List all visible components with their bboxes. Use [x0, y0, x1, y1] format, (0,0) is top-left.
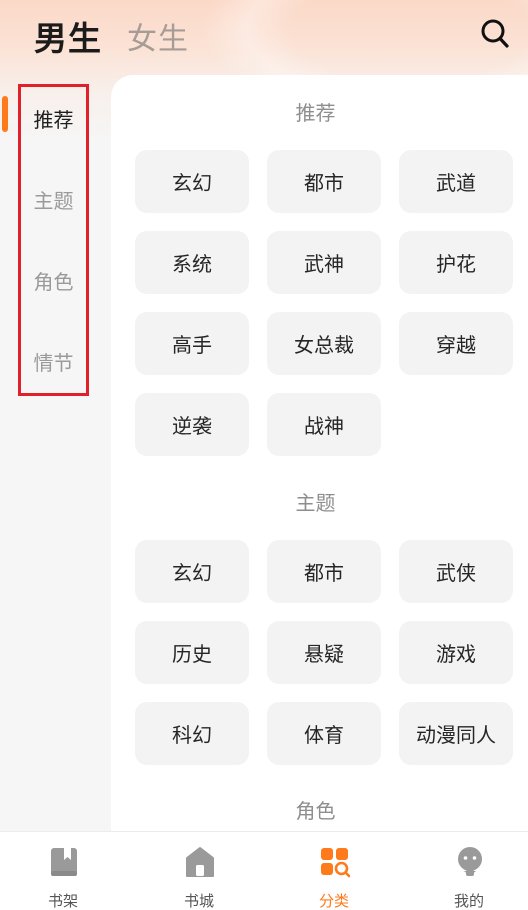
tag-chip[interactable]: 高手 [135, 312, 249, 375]
nav-category[interactable]: 分类 [289, 832, 379, 910]
section-title-recommend: 推荐 [295, 101, 336, 125]
sidebar-item-role[interactable]: 角色 [20, 266, 87, 295]
tag-chip[interactable]: 玄幻 [135, 150, 249, 213]
tag-chip[interactable]: 武神 [267, 231, 381, 294]
tag-chip[interactable]: 体育 [267, 702, 381, 765]
tag-chip[interactable]: 护花 [399, 231, 513, 294]
tag-chip[interactable]: 女总裁 [267, 312, 381, 375]
tag-chip[interactable]: 玄幻 [135, 540, 249, 603]
nav-label: 书架 [47, 892, 78, 910]
category-icon [321, 848, 350, 878]
nav-bookshelf[interactable]: 书架 [18, 832, 108, 910]
profile-icon [458, 847, 482, 876]
tag-chip[interactable]: 科幻 [135, 702, 249, 765]
header: 男生 女生 [0, 0, 528, 72]
tag-chip[interactable]: 动漫同人 [399, 702, 513, 765]
tag-chip[interactable]: 战神 [267, 393, 381, 456]
tag-chip[interactable]: 都市 [267, 540, 381, 603]
nav-label: 书城 [183, 892, 214, 910]
tag-chip[interactable]: 穿越 [399, 312, 513, 375]
bookshelf-icon [51, 848, 77, 876]
nav-bookstore[interactable]: 书城 [154, 832, 244, 910]
tag-chip[interactable]: 武侠 [399, 540, 513, 603]
category-content: 推荐 玄幻 都市 武道 系统 武神 护花 高手 女总裁 穿越 逆袭 战神 主题 … [111, 75, 528, 835]
tag-chip[interactable]: 都市 [267, 150, 381, 213]
nav-profile[interactable]: 我的 [424, 832, 514, 910]
sidebar-active-indicator [2, 96, 8, 132]
sidebar-item-theme[interactable]: 主题 [20, 185, 87, 214]
tag-chip[interactable]: 武道 [399, 150, 513, 213]
tab-male[interactable]: 男生 [34, 12, 102, 60]
tag-chip[interactable]: 逆袭 [135, 393, 249, 456]
nav-label: 我的 [453, 892, 484, 910]
bottom-nav: 书架 书城 分类 我的 [0, 831, 528, 910]
tag-chip[interactable]: 悬疑 [267, 621, 381, 684]
tag-chip[interactable]: 游戏 [399, 621, 513, 684]
sidebar-item-recommend[interactable]: 推荐 [20, 104, 87, 133]
category-screen: 男生 女生 推荐 主题 角色 情节 推荐 玄幻 都市 武道 系统 武神 护花 高… [0, 0, 528, 910]
nav-label: 分类 [318, 892, 349, 910]
sidebar-item-plot[interactable]: 情节 [20, 347, 87, 376]
section-title-theme: 主题 [295, 491, 336, 515]
search-button[interactable] [480, 18, 510, 50]
tag-chip[interactable]: 系统 [135, 231, 249, 294]
search-icon [481, 19, 509, 48]
home-icon [186, 847, 214, 877]
tab-female[interactable]: 女生 [127, 14, 189, 58]
tag-chip[interactable]: 历史 [135, 621, 249, 684]
section-title-role: 角色 [295, 799, 336, 823]
